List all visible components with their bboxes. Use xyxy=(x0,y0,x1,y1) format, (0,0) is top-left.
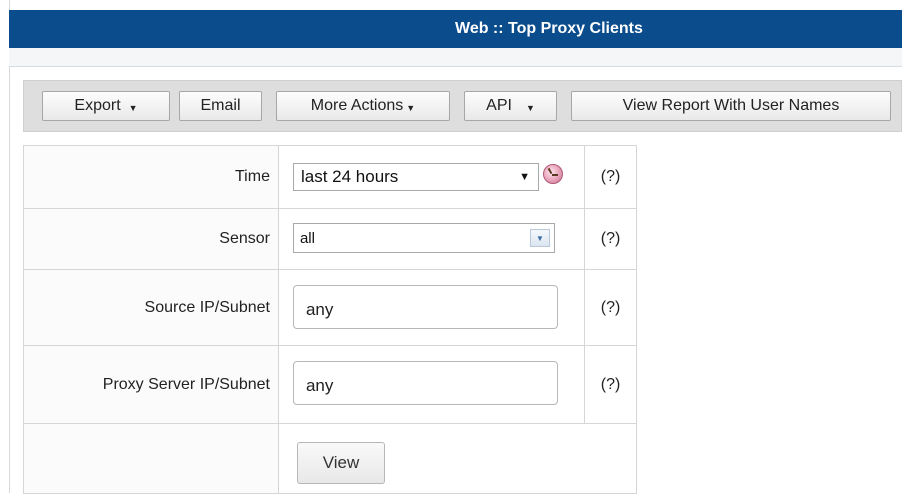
sensor-label: Sensor xyxy=(23,208,279,270)
page-left-border xyxy=(9,0,10,493)
proxy-server-label: Proxy Server IP/Subnet xyxy=(23,345,279,424)
time-row: Time last 24 hours ▼ (?) xyxy=(23,145,637,209)
api-button[interactable]: API ▼ xyxy=(464,91,557,121)
more-actions-button[interactable]: More Actions ▼ xyxy=(276,91,450,121)
time-field-cell: last 24 hours ▼ xyxy=(277,145,586,209)
export-button[interactable]: Export ▼ xyxy=(42,91,170,121)
source-ip-field-cell xyxy=(277,269,586,346)
submit-row: View xyxy=(23,423,637,494)
view-report-with-user-names-button[interactable]: View Report With User Names xyxy=(571,91,891,121)
clock-icon[interactable] xyxy=(542,164,563,184)
source-ip-row: Source IP/Subnet (?) xyxy=(23,269,637,346)
more-actions-label: More Actions xyxy=(310,97,404,114)
submit-help-cell xyxy=(584,423,637,494)
sensor-help-link[interactable]: (?) xyxy=(584,208,637,270)
time-help-link[interactable]: (?) xyxy=(584,145,637,209)
header-separator xyxy=(9,48,902,67)
sensor-field-cell: all ▼ xyxy=(277,208,586,270)
time-selected-value: last 24 hours xyxy=(300,167,399,186)
source-ip-input[interactable] xyxy=(292,285,558,329)
report-toolbar: Export ▼ Email More Actions ▼ API ▼ View… xyxy=(23,80,902,132)
dropdown-arrow-icon[interactable]: ▼ xyxy=(529,229,550,247)
sensor-selected-value: all xyxy=(299,229,315,247)
caret-down-icon: ▼ xyxy=(525,103,535,113)
sensor-select[interactable]: all ▼ xyxy=(292,223,555,253)
time-label: Time xyxy=(23,145,279,209)
caret-down-icon: ▼ xyxy=(128,103,138,113)
view-button[interactable]: View xyxy=(296,442,385,484)
time-select[interactable]: last 24 hours ▼ xyxy=(292,163,539,191)
report-filter-form: Time last 24 hours ▼ (?) Sensor all ▼ (?… xyxy=(23,145,637,494)
caret-down-icon: ▼ xyxy=(406,103,416,113)
email-button-label: Email xyxy=(200,97,241,114)
email-button[interactable]: Email xyxy=(179,91,262,121)
sensor-row: Sensor all ▼ (?) xyxy=(23,208,637,270)
source-ip-help-link[interactable]: (?) xyxy=(584,269,637,346)
page-title: Web :: Top Proxy Clients xyxy=(455,20,643,37)
export-button-label: Export xyxy=(74,97,121,114)
submit-row-label-cell xyxy=(23,423,279,494)
proxy-server-input[interactable] xyxy=(292,361,558,405)
proxy-server-row: Proxy Server IP/Subnet (?) xyxy=(23,345,637,424)
submit-field-cell: View xyxy=(277,423,585,494)
proxy-server-help-link[interactable]: (?) xyxy=(584,345,637,424)
page-title-bar: Web :: Top Proxy Clients xyxy=(9,10,902,48)
source-ip-label: Source IP/Subnet xyxy=(23,269,279,346)
proxy-server-field-cell xyxy=(277,345,586,424)
api-button-label: API xyxy=(486,97,512,114)
view-report-with-user-names-label: View Report With User Names xyxy=(622,97,840,114)
select-arrow-icon: ▼ xyxy=(519,171,530,183)
